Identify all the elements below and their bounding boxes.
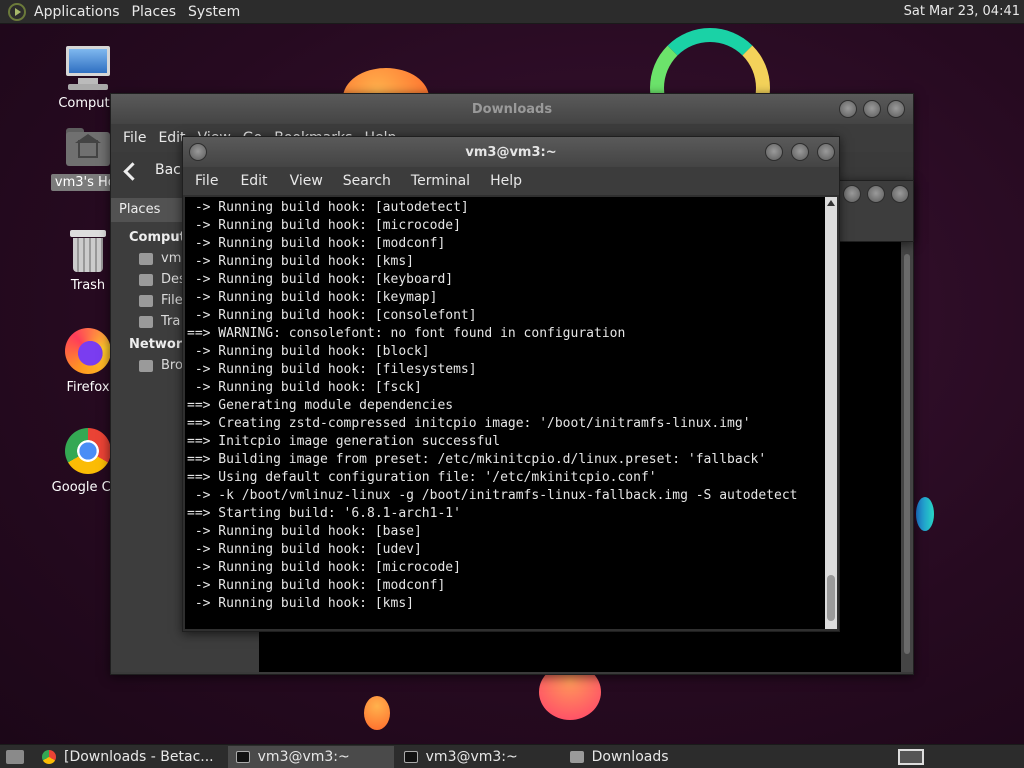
home-icon xyxy=(139,252,153,265)
places-menu[interactable]: Places xyxy=(132,4,177,20)
drive-icon xyxy=(139,294,153,307)
terminal-line: -> Running build hook: [kms] xyxy=(187,596,414,611)
computer-icon xyxy=(64,46,112,90)
terminal-line: -> Running build hook: [consolefont] xyxy=(187,308,477,323)
task-downloads[interactable]: Downloads xyxy=(562,746,677,768)
terminal-line: -> Running build hook: [base] xyxy=(187,524,422,539)
vertical-scrollbar[interactable] xyxy=(901,240,913,672)
terminal-line: ==> Building image from preset: /etc/mki… xyxy=(187,452,767,467)
terminal-line: -> Running build hook: [modconf] xyxy=(187,236,446,251)
terminal-window[interactable]: vm3@vm3:~ File Edit View Search Terminal… xyxy=(182,136,840,632)
task-terminal-active[interactable]: vm3@vm3:~ xyxy=(227,745,394,768)
terminal-line: ==> Generating module dependencies xyxy=(187,398,454,413)
background-window[interactable] xyxy=(836,180,914,242)
task-label: [Downloads - Betac... xyxy=(64,748,214,765)
menu-search[interactable]: Search xyxy=(343,173,391,189)
menu-file[interactable]: File xyxy=(123,130,146,146)
minimize-button[interactable] xyxy=(843,185,861,203)
window-title: Downloads xyxy=(471,101,553,117)
menu-file[interactable]: File xyxy=(195,173,218,189)
home-folder-icon xyxy=(66,128,110,168)
close-button[interactable] xyxy=(887,100,905,118)
distro-logo-icon[interactable] xyxy=(8,2,26,21)
menubar: File Edit View Search Terminal Help xyxy=(183,167,839,195)
terminal-line: -> Running build hook: [microcode] xyxy=(187,218,461,233)
terminal-line: -> Running build hook: [microcode] xyxy=(187,560,461,575)
sidebar-item-label: Tra xyxy=(161,314,181,329)
terminal-line: -> Running build hook: [udev] xyxy=(187,542,422,557)
maximize-button[interactable] xyxy=(863,100,881,118)
terminal-line: -> Running build hook: [block] xyxy=(187,344,430,359)
menu-help[interactable]: Help xyxy=(490,173,522,189)
terminal-line: ==> Starting build: '6.8.1-arch1-1' xyxy=(187,506,461,521)
desktop-icon xyxy=(139,273,153,286)
terminal-output[interactable]: -> Running build hook: [autodetect] -> R… xyxy=(185,197,827,629)
maximize-button[interactable] xyxy=(867,185,885,203)
terminal-line: ==> Using default configuration file: '/… xyxy=(187,470,657,485)
vertical-scrollbar[interactable] xyxy=(825,197,837,629)
window-titlebar[interactable]: vm3@vm3:~ xyxy=(183,137,839,167)
top-panel: Applications Places System Sat Mar 23, 0… xyxy=(0,0,1024,24)
chrome-icon xyxy=(65,428,111,474)
menu-view[interactable]: View xyxy=(290,173,323,189)
terminal-line: -> Running build hook: [keymap] xyxy=(187,290,438,305)
terminal-line: ==> Creating zstd-compressed initcpio im… xyxy=(187,416,751,431)
scrollbar-thumb[interactable] xyxy=(827,575,835,621)
desktop-icon-label: Trash xyxy=(70,278,106,293)
sidebar-item-label: Bro xyxy=(161,358,183,373)
terminal-line: -> Running build hook: [filesystems] xyxy=(187,362,477,377)
network-icon xyxy=(139,359,153,372)
show-desktop-icon[interactable] xyxy=(6,749,24,764)
close-button[interactable] xyxy=(891,185,909,203)
bottom-taskbar: [Downloads - Betac... vm3@vm3:~ vm3@vm3:… xyxy=(0,744,1024,768)
terminal-line: -> -k /boot/vmlinuz-linux -g /boot/initr… xyxy=(187,488,798,503)
terminal-icon xyxy=(235,750,250,763)
trash-icon xyxy=(139,315,153,328)
window-menu-button[interactable] xyxy=(189,143,207,161)
window-titlebar[interactable]: Downloads xyxy=(111,94,913,124)
terminal-lines: -> Running build hook: [autodetect] -> R… xyxy=(185,197,827,613)
back-arrow-icon[interactable] xyxy=(123,159,145,181)
applications-menu[interactable]: Applications xyxy=(34,4,120,20)
workspace-switcher[interactable] xyxy=(898,749,924,765)
chrome-icon xyxy=(42,749,56,764)
task-chrome-downloads[interactable]: [Downloads - Betac... xyxy=(34,746,222,768)
window-title: vm3@vm3:~ xyxy=(465,144,557,160)
folder-icon xyxy=(569,750,584,763)
maximize-button[interactable] xyxy=(791,143,809,161)
desktop-icon-label: Compute xyxy=(58,96,118,111)
close-button[interactable] xyxy=(817,143,835,161)
task-terminal[interactable]: vm3@vm3:~ xyxy=(396,746,562,768)
terminal-line: -> Running build hook: [fsck] xyxy=(187,380,422,395)
menu-terminal[interactable]: Terminal xyxy=(411,173,470,189)
wallpaper-teal-shape xyxy=(916,497,934,531)
firefox-icon xyxy=(65,328,111,374)
terminal-icon xyxy=(403,750,418,763)
terminal-line: ==> Initcpio image generation successful xyxy=(187,434,501,449)
system-menu[interactable]: System xyxy=(188,4,240,20)
terminal-line: ==> WARNING: consolefont: no font found … xyxy=(187,326,626,341)
terminal-line: -> Running build hook: [keyboard] xyxy=(187,272,454,287)
task-label: vm3@vm3:~ xyxy=(257,748,350,765)
minimize-button[interactable] xyxy=(839,100,857,118)
minimize-button[interactable] xyxy=(765,143,783,161)
wallpaper-orange-shape xyxy=(364,696,390,730)
task-label: Downloads xyxy=(591,748,669,765)
terminal-line: -> Running build hook: [autodetect] xyxy=(187,200,469,215)
task-label: vm3@vm3:~ xyxy=(425,748,518,765)
desktop-icon-label: Firefox xyxy=(66,380,110,395)
panel-clock[interactable]: Sat Mar 23, 04:41 xyxy=(904,4,1020,19)
terminal-line: -> Running build hook: [kms] xyxy=(187,254,414,269)
sidebar-item-label: File xyxy=(161,293,183,308)
trash-icon xyxy=(70,230,106,272)
scroll-up-arrow-icon[interactable] xyxy=(827,200,835,206)
menu-edit[interactable]: Edit xyxy=(240,173,267,189)
terminal-line: -> Running build hook: [modconf] xyxy=(187,578,446,593)
